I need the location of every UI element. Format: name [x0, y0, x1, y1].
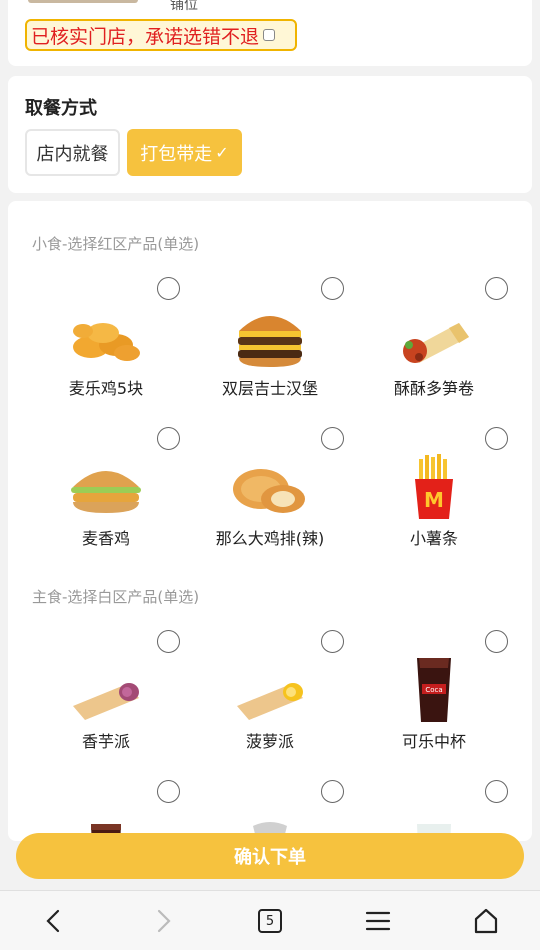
mains-section-title: 主食-选择白区产品(单选) — [32, 588, 200, 606]
promise-checkbox[interactable] — [263, 29, 276, 41]
product-item[interactable]: Coca 可乐中杯 — [352, 630, 516, 770]
checkmark-icon: ✓ — [215, 143, 229, 162]
home-icon — [474, 908, 498, 934]
snacks-section-title: 小食-选择红区产品(单选) — [32, 235, 200, 253]
store-subtitle: 铺位 — [170, 0, 198, 13]
product-label: 麦香鸡 — [81, 529, 130, 548]
double-cheeseburger-icon — [238, 316, 302, 367]
chicken-fillet-icon — [233, 469, 305, 513]
cola-icon: Coca — [417, 658, 451, 722]
nuggets-icon — [73, 323, 140, 361]
product-item[interactable] — [188, 780, 352, 841]
product-label: 那么大鸡排(辣) — [215, 529, 325, 548]
radio-button[interactable] — [157, 427, 180, 450]
svg-text:M: M — [424, 488, 444, 512]
radio-button[interactable] — [485, 780, 508, 803]
product-item[interactable] — [352, 780, 516, 841]
radio-button[interactable] — [485, 630, 508, 653]
product-label: 菠萝派 — [245, 732, 294, 751]
product-item[interactable]: 菠萝派 — [188, 630, 352, 770]
pickup-mode-title: 取餐方式 — [25, 98, 97, 119]
radio-button[interactable] — [485, 277, 508, 300]
tabs-button[interactable]: 5 — [240, 891, 300, 950]
radio-button[interactable] — [321, 630, 344, 653]
menu-icon — [365, 911, 391, 931]
radio-button[interactable] — [321, 277, 344, 300]
radio-button[interactable] — [157, 277, 180, 300]
product-item[interactable]: 双层吉士汉堡 — [188, 277, 352, 417]
product-list-card: 小食-选择红区产品(单选) 麦乐鸡5块 双层吉士汉堡 酥酥多笋卷 麦香鸡 那么大… — [8, 201, 532, 841]
taro-pie-icon — [73, 683, 139, 720]
confirm-order-button[interactable]: 确认下单 — [16, 833, 524, 879]
radio-button[interactable] — [485, 427, 508, 450]
product-item[interactable] — [24, 780, 188, 841]
chevron-right-icon — [157, 909, 171, 933]
chevron-left-icon — [46, 909, 60, 933]
fries-icon: M — [415, 454, 453, 519]
forward-button[interactable] — [133, 891, 193, 950]
take-out-button[interactable]: 打包带走 ✓ — [127, 129, 242, 176]
product-label: 小薯条 — [409, 529, 458, 548]
dine-in-label: 店内就餐 — [36, 143, 109, 165]
radio-button[interactable] — [157, 780, 180, 803]
take-out-label: 打包带走 — [140, 143, 213, 165]
wrap-icon — [403, 323, 469, 363]
product-item[interactable]: M 小薯条 — [352, 427, 516, 567]
confirm-order-label: 确认下单 — [234, 847, 306, 868]
product-label: 可乐中杯 — [401, 732, 466, 751]
product-item[interactable]: 麦香鸡 — [24, 427, 188, 567]
home-button[interactable] — [456, 891, 516, 950]
product-item[interactable]: 香芋派 — [24, 630, 188, 770]
menu-button[interactable] — [348, 891, 408, 950]
chicken-burger-icon — [71, 471, 141, 513]
browser-bottom-nav: 5 — [0, 890, 540, 950]
product-label: 麦乐鸡5块 — [68, 379, 144, 398]
product-label: 酥酥多笋卷 — [393, 379, 474, 398]
radio-button[interactable] — [157, 630, 180, 653]
promise-notice[interactable]: 已核实门店，承诺选错不退 — [25, 19, 297, 51]
pickup-mode-card: 取餐方式 店内就餐 打包带走 ✓ — [8, 76, 532, 193]
product-label: 双层吉士汉堡 — [221, 379, 318, 398]
product-item[interactable]: 麦乐鸡5块 — [24, 277, 188, 417]
radio-button[interactable] — [321, 780, 344, 803]
product-label: 香芋派 — [81, 732, 130, 751]
radio-button[interactable] — [321, 427, 344, 450]
store-thumbnail — [28, 0, 138, 3]
product-item[interactable]: 那么大鸡排(辣) — [188, 427, 352, 567]
back-button[interactable] — [24, 891, 84, 950]
tab-count: 5 — [265, 913, 275, 929]
product-item[interactable]: 酥酥多笋卷 — [352, 277, 516, 417]
svg-text:Coca: Coca — [425, 686, 442, 694]
promise-text: 已核实门店，承诺选错不退 — [31, 25, 260, 48]
store-card: 铺位 已核实门店，承诺选错不退 — [8, 0, 532, 66]
dine-in-button[interactable]: 店内就餐 — [25, 129, 120, 176]
pineapple-pie-icon — [237, 683, 303, 720]
